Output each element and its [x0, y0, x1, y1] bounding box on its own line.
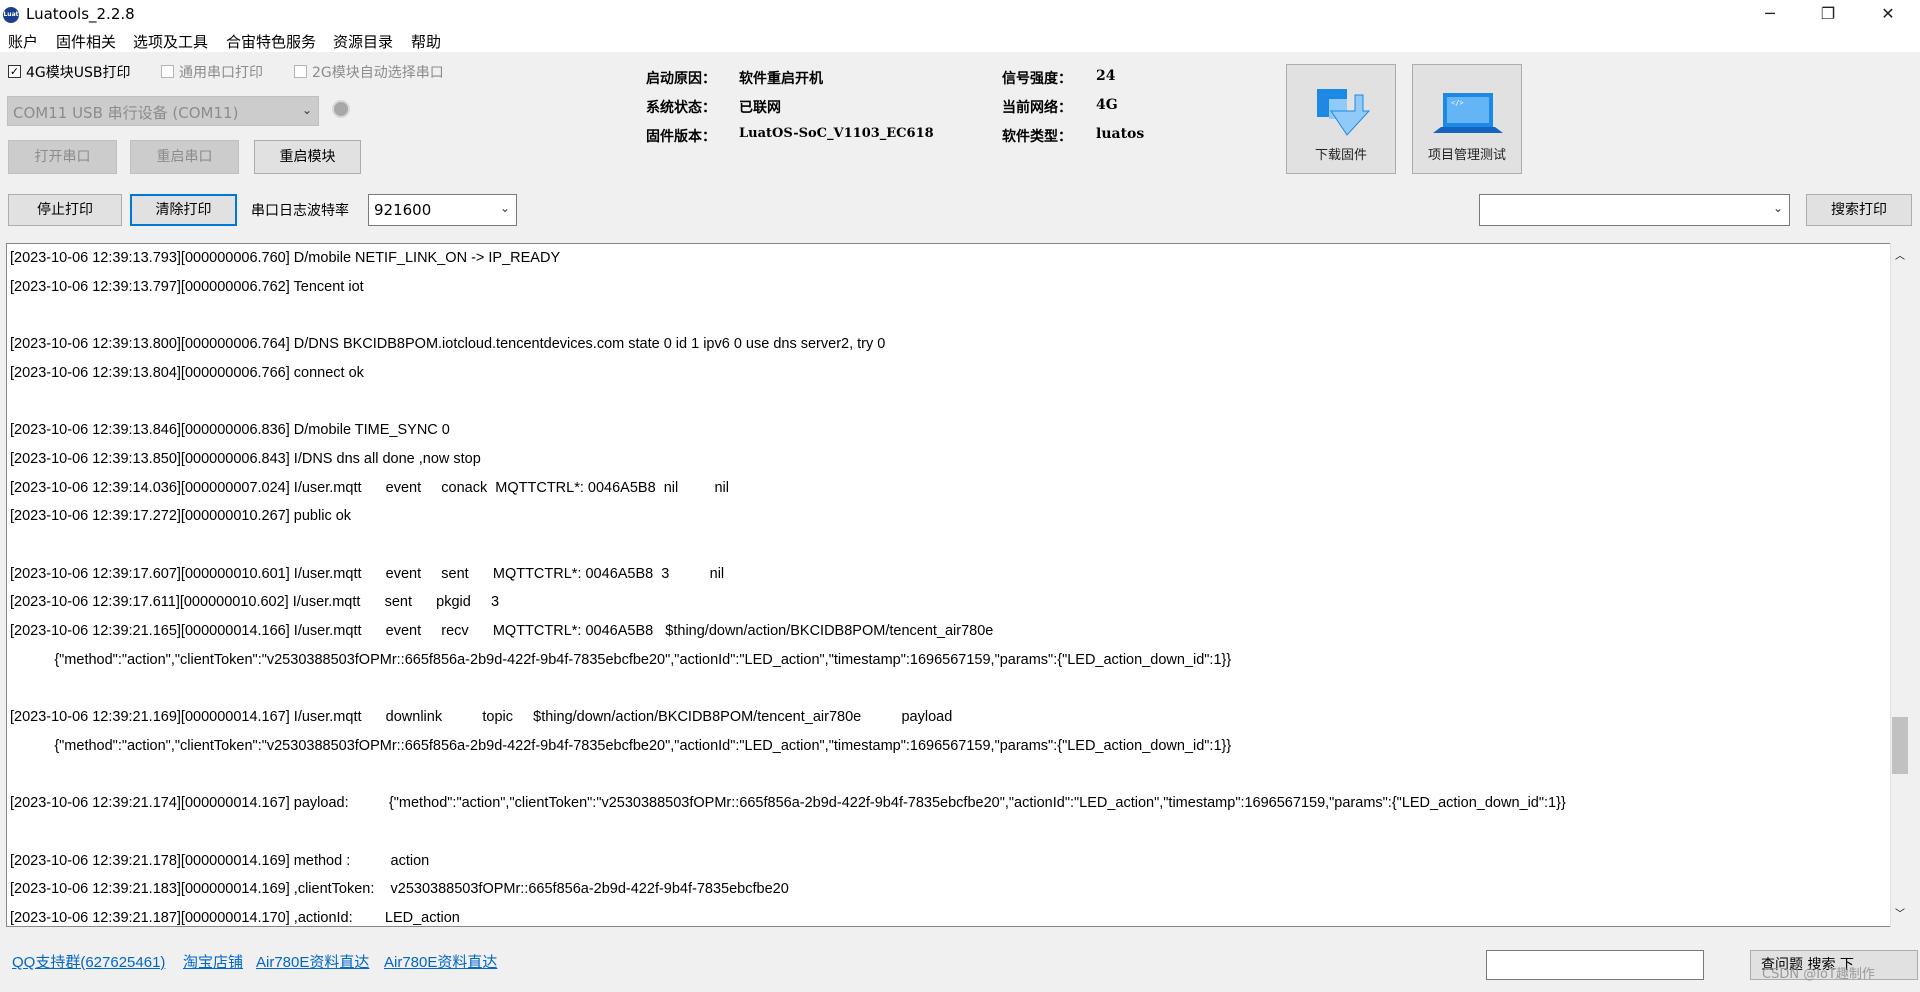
auto-select-checkbox[interactable]	[294, 65, 307, 78]
log-line: [2023-10-06 12:39:13.804][000000006.766]…	[10, 364, 364, 381]
app-logo-icon: Luat	[3, 7, 19, 23]
boot-reason-value: 软件重启开机	[739, 71, 823, 87]
log-line: [2023-10-06 12:39:13.797][000000006.762]…	[10, 278, 364, 295]
minimize-button[interactable]: ─	[1742, 0, 1798, 30]
baud-rate-select[interactable]: 921600 ⌄	[368, 194, 517, 226]
log-line: [2023-10-06 12:39:14.036][000000007.024]…	[10, 479, 729, 496]
software-type-label: 软件类型：	[1002, 129, 1072, 145]
restart-port-button[interactable]: 重启串口	[130, 140, 239, 174]
log-line: [2023-10-06 12:39:17.272][000000010.267]…	[10, 508, 352, 525]
menu-account[interactable]: 账户	[8, 31, 38, 52]
log-scrollbar-thumb[interactable]	[1892, 717, 1908, 774]
menu-options-tools[interactable]: 选项及工具	[133, 31, 208, 52]
log-line: [2023-10-06 12:39:13.850][000000006.843]…	[10, 450, 481, 467]
log-line: [2023-10-06 12:39:21.178][000000014.169]…	[10, 852, 430, 869]
signal-strength-value: 24	[1096, 68, 1116, 84]
firmware-version-value: LuatOS-SoC_V1103_EC618	[739, 126, 934, 141]
air780e-docs-link-1[interactable]: Air780E资料直达	[256, 951, 369, 972]
search-print-button[interactable]: 搜索打印	[1806, 194, 1912, 226]
download-icon	[1317, 89, 1371, 136]
window-title: Luatools_2.2.8	[26, 5, 135, 23]
restart-module-button[interactable]: 重启模块	[254, 140, 361, 174]
bottom-search-input[interactable]	[1486, 950, 1704, 980]
baud-rate-label: 串口日志波特率	[251, 203, 349, 219]
log-line: [2023-10-06 12:39:21.169][000000014.167]…	[10, 709, 953, 726]
log-line: [2023-10-06 12:39:21.165][000000014.166]…	[10, 623, 994, 640]
chevron-down-icon: ⌄	[499, 201, 510, 215]
usb-print-checkbox[interactable]: ✓	[8, 65, 21, 78]
download-firmware-label: 下载固件	[1314, 148, 1367, 163]
chevron-down-icon: ⌄	[1772, 201, 1783, 215]
system-state-label: 系统状态：	[646, 100, 716, 116]
chevron-down-icon: ⌄	[301, 103, 312, 117]
baud-rate-value: 921600	[374, 201, 432, 219]
port-status-icon	[332, 100, 350, 118]
log-output[interactable]: [2023-10-06 12:39:13.793][000000006.760]…	[6, 243, 1896, 927]
menu-firmware[interactable]: 固件相关	[56, 31, 116, 52]
log-line: [2023-10-06 12:39:13.846][000000006.836]…	[10, 422, 450, 439]
current-network-value: 4G	[1096, 97, 1118, 113]
stop-print-button[interactable]: 停止打印	[8, 194, 122, 226]
log-line: [2023-10-06 12:39:17.607][000000010.601]…	[10, 565, 725, 582]
search-combo[interactable]: ⌄	[1479, 194, 1790, 226]
taobao-store-link[interactable]: 淘宝店铺	[183, 951, 243, 972]
svg-text:</>: </>	[1451, 99, 1464, 107]
current-network-label: 当前网络：	[1002, 100, 1072, 116]
project-test-button[interactable]: </> 项目管理测试	[1412, 64, 1522, 174]
menu-help[interactable]: 帮助	[411, 31, 441, 52]
air780e-docs-link-2[interactable]: Air780E资料直达	[384, 951, 497, 972]
title-bar	[0, 0, 1920, 30]
signal-strength-label: 信号强度：	[1002, 71, 1072, 87]
boot-reason-label: 启动原因：	[646, 71, 716, 87]
serial-print-label: 通用串口打印	[179, 65, 263, 81]
serial-print-checkbox[interactable]	[161, 65, 174, 78]
watermark: CSDN @IoT趣制作	[1762, 967, 1875, 982]
laptop-icon: </>	[1433, 93, 1503, 133]
log-line: [2023-10-06 12:39:21.183][000000014.169]…	[10, 881, 789, 898]
log-line: [2023-10-06 12:39:21.174][000000014.167]…	[10, 795, 1566, 812]
port-select[interactable]: COM11 USB 串行设备 (COM11) ⌄	[7, 96, 319, 126]
clear-print-button[interactable]: 清除打印	[130, 194, 237, 226]
software-type-value: luatos	[1096, 126, 1145, 142]
download-firmware-button[interactable]: 下载固件	[1286, 64, 1396, 174]
menu-resources[interactable]: 资源目录	[333, 31, 393, 52]
log-line: [2023-10-06 12:39:17.611][000000010.602]…	[10, 594, 500, 611]
usb-print-label: 4G模块USB打印	[26, 65, 131, 81]
log-line: {"method":"action","clientToken":"v25303…	[10, 737, 1232, 754]
firmware-version-label: 固件版本：	[646, 129, 716, 145]
log-line: {"method":"action","clientToken":"v25303…	[10, 651, 1232, 668]
scroll-up-icon[interactable]: ︿	[1895, 247, 1905, 262]
close-button[interactable]: ✕	[1860, 0, 1916, 30]
system-state-value: 已联网	[739, 100, 781, 116]
auto-select-label: 2G模块自动选择串口	[312, 65, 444, 81]
log-line: [2023-10-06 12:39:13.793][000000006.760]…	[10, 250, 561, 266]
project-test-label: 项目管理测试	[1427, 148, 1506, 163]
log-line: [2023-10-06 12:39:21.187][000000014.170]…	[10, 910, 460, 927]
menu-services[interactable]: 合宙特色服务	[226, 31, 316, 52]
scroll-down-icon[interactable]: ﹀	[1895, 905, 1905, 920]
log-line: [2023-10-06 12:39:13.800][000000006.764]…	[10, 336, 886, 353]
log-scrollbar[interactable]: ︿ ﹀	[1890, 243, 1909, 927]
open-port-button[interactable]: 打开串口	[8, 140, 117, 174]
qq-group-link[interactable]: QQ支持群(627625461)	[12, 951, 165, 972]
port-select-value: COM11 USB 串行设备 (COM11)	[13, 104, 239, 122]
maximize-button[interactable]: ❐	[1800, 0, 1856, 30]
